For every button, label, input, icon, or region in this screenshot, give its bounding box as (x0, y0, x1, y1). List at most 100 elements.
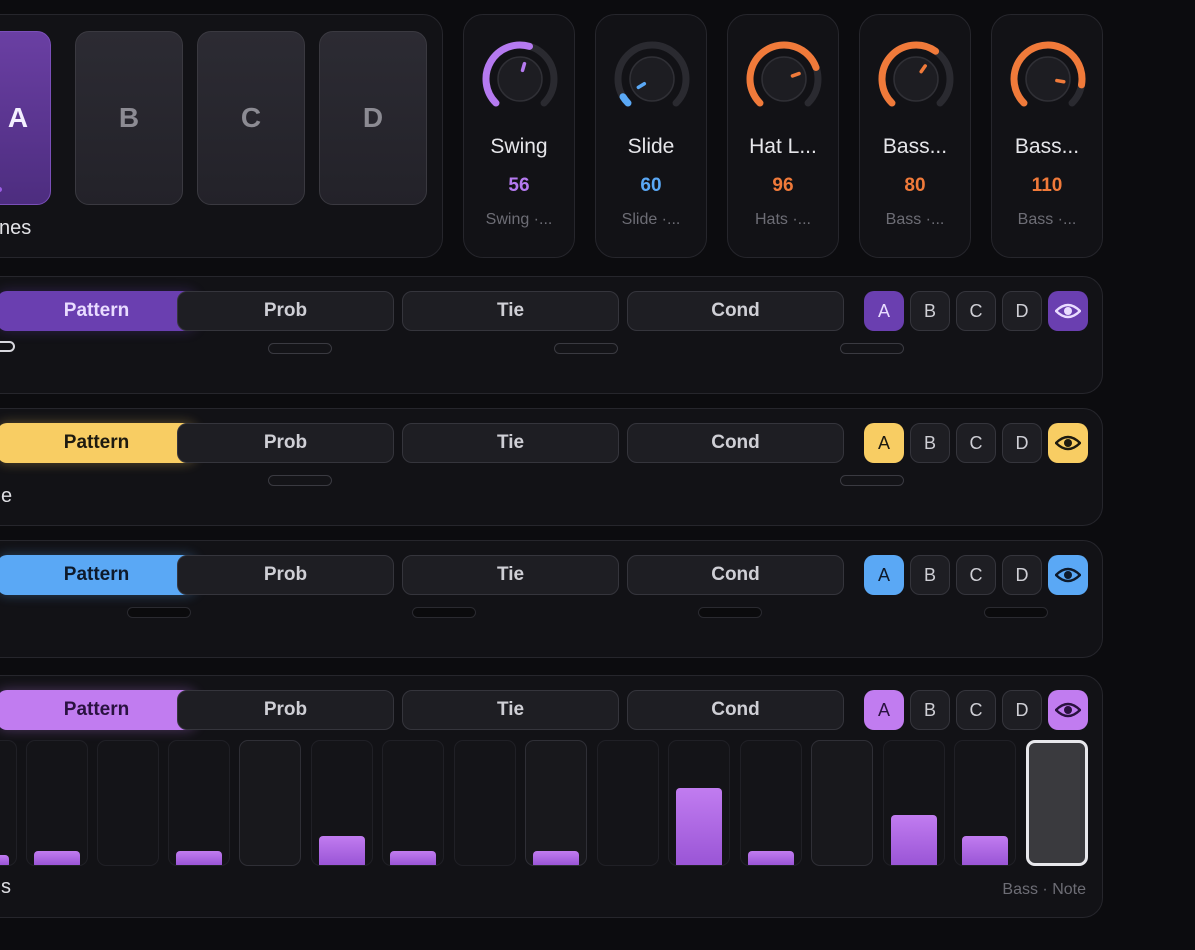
scene-button-c[interactable]: C (197, 31, 305, 205)
mode-button-tie[interactable]: Tie (402, 690, 619, 730)
pattern-select-b[interactable]: B (910, 291, 950, 331)
step-cell[interactable] (97, 740, 159, 866)
scene-button-label: C (240, 102, 262, 133)
visibility-toggle[interactable] (1048, 423, 1088, 463)
pattern-select-b[interactable]: B (910, 555, 950, 595)
step-cell[interactable] (311, 740, 373, 866)
step-cell[interactable] (597, 740, 659, 866)
lane-indicator-pill (412, 607, 476, 618)
track-lane: Pattern Prob Tie Cond A B C D (0, 276, 1103, 394)
knob-dial[interactable] (478, 39, 562, 123)
step-cell[interactable] (740, 740, 802, 866)
lane-indicator-pill (840, 343, 904, 354)
mode-button-cond[interactable]: Cond (627, 291, 844, 331)
mode-button-pattern[interactable]: Pattern (0, 690, 196, 730)
step-value-bar (962, 836, 1008, 865)
knob-card: Bass... 80 Bass ·... (859, 14, 971, 258)
mode-button-label: Prob (263, 432, 308, 453)
mode-button-label: Pattern (63, 564, 130, 585)
step-cell[interactable] (525, 740, 587, 866)
lane-toggle-switch[interactable] (0, 341, 15, 352)
mode-button-pattern[interactable]: Pattern (0, 291, 196, 331)
mode-button-prob[interactable]: Prob (177, 291, 394, 331)
scene-button-label: A (7, 102, 29, 133)
scene-label: nes (0, 217, 32, 239)
knob-value: 80 (904, 175, 926, 196)
knob-value: 110 (1031, 175, 1063, 196)
scene-button-a[interactable]: A (0, 31, 51, 205)
pattern-select-d[interactable]: D (1002, 690, 1042, 730)
step-cell[interactable] (883, 740, 945, 866)
visibility-toggle[interactable] (1048, 291, 1088, 331)
pattern-select-label: A (877, 432, 890, 453)
visibility-toggle[interactable] (1048, 555, 1088, 595)
pattern-select-a[interactable]: A (864, 291, 904, 331)
lane-indicator-pill (127, 607, 191, 618)
knob-target: Bass ·... (1017, 211, 1077, 228)
pattern-select-a[interactable]: A (864, 690, 904, 730)
step-cell[interactable] (668, 740, 730, 866)
lane-indicator-pill (268, 475, 332, 486)
step-cell[interactable] (954, 740, 1016, 866)
step-cell[interactable] (382, 740, 444, 866)
pattern-select-d[interactable]: D (1002, 423, 1042, 463)
step-cell[interactable] (26, 740, 88, 866)
knob-dial[interactable] (1006, 39, 1090, 123)
knob-value: 56 (508, 175, 530, 196)
mode-button-tie[interactable]: Tie (402, 555, 619, 595)
step-cell[interactable] (454, 740, 516, 866)
mode-button-label: Tie (496, 300, 525, 321)
pattern-select-c[interactable]: C (956, 291, 996, 331)
pattern-select-label: A (877, 300, 890, 321)
mode-button-cond[interactable]: Cond (627, 690, 844, 730)
pattern-select-label: D (1015, 432, 1029, 453)
mode-button-pattern[interactable]: Pattern (0, 555, 196, 595)
knob-target: Slide ·... (621, 211, 681, 228)
step-value-bar (176, 851, 222, 865)
mode-button-prob[interactable]: Prob (177, 690, 394, 730)
knob-card: Slide 60 Slide ·... (595, 14, 707, 258)
pattern-select-label: C (969, 300, 983, 321)
pattern-select-label: D (1015, 699, 1029, 720)
pattern-select-b[interactable]: B (910, 423, 950, 463)
scene-button-b[interactable]: B (75, 31, 183, 205)
mode-button-tie[interactable]: Tie (402, 291, 619, 331)
knob-dial[interactable] (742, 39, 826, 123)
pattern-select-a[interactable]: A (864, 423, 904, 463)
mode-button-cond[interactable]: Cond (627, 423, 844, 463)
pattern-select-c[interactable]: C (956, 555, 996, 595)
pattern-select-d[interactable]: D (1002, 555, 1042, 595)
step-cell[interactable] (168, 740, 230, 866)
step-cell[interactable] (0, 740, 17, 866)
knob-name: Bass... (1014, 135, 1080, 158)
mode-button-label: Prob (263, 699, 308, 720)
mode-button-tie[interactable]: Tie (402, 423, 619, 463)
pattern-select-d[interactable]: D (1002, 291, 1042, 331)
pattern-select-c[interactable]: C (956, 423, 996, 463)
pattern-select-c[interactable]: C (956, 690, 996, 730)
knob-dial[interactable] (610, 39, 694, 123)
pattern-select-label: C (969, 432, 983, 453)
pattern-select-label: B (923, 564, 936, 585)
mode-button-prob[interactable]: Prob (177, 555, 394, 595)
mode-button-cond[interactable]: Cond (627, 555, 844, 595)
pattern-select-b[interactable]: B (910, 690, 950, 730)
step-cell[interactable] (811, 740, 873, 866)
eye-icon (1055, 435, 1081, 451)
scene-active-indicator (0, 187, 2, 192)
knob-card: Swing 56 Swing ·... (463, 14, 575, 258)
eye-icon (1055, 702, 1081, 718)
step-value-bar (34, 851, 80, 865)
mode-button-pattern[interactable]: Pattern (0, 423, 196, 463)
scene-button-d[interactable]: D (319, 31, 427, 205)
mode-button-prob[interactable]: Prob (177, 423, 394, 463)
eye-icon (1055, 303, 1081, 319)
lane-indicator-pill (840, 475, 904, 486)
step-cell[interactable] (1026, 740, 1088, 866)
step-cell[interactable] (239, 740, 301, 866)
pattern-select-a[interactable]: A (864, 555, 904, 595)
track-lane: Pattern Prob Tie Cond A B C De (0, 408, 1103, 526)
visibility-toggle[interactable] (1048, 690, 1088, 730)
knob-dial[interactable] (874, 39, 958, 123)
scene-panel: A B C D nes (0, 14, 443, 258)
